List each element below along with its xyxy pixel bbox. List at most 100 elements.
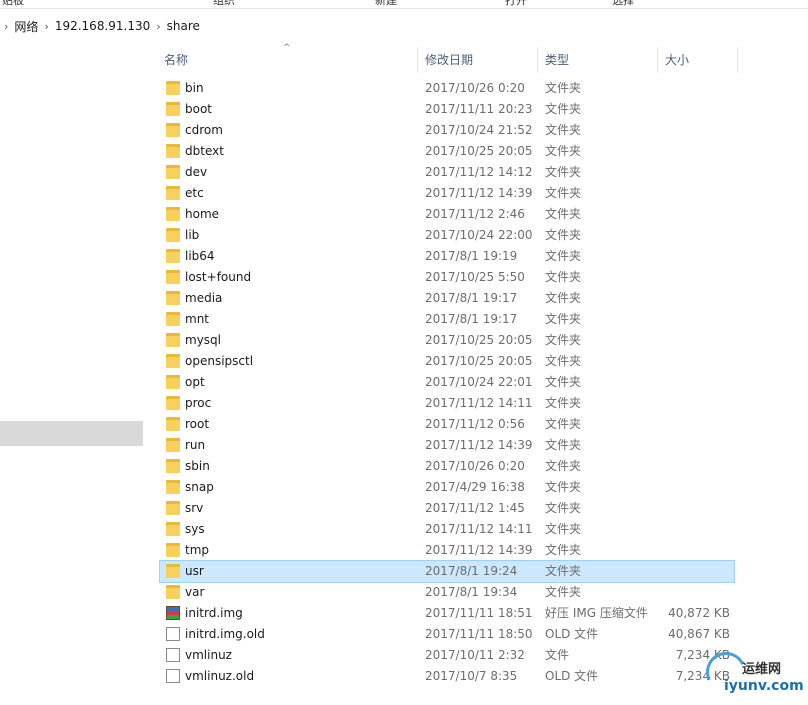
file-icon [166, 648, 180, 662]
file-row[interactable]: lib 2017/10/24 22:00 文件夹 [160, 225, 734, 246]
file-type: 文件夹 [545, 501, 582, 515]
file-row[interactable]: dbtext 2017/10/25 20:05 文件夹 [160, 141, 734, 162]
file-row[interactable]: boot 2017/11/11 20:23 文件夹 [160, 99, 734, 120]
file-row[interactable]: snap 2017/4/29 16:38 文件夹 [160, 477, 734, 498]
file-name: sys [185, 522, 205, 536]
file-name: run [185, 438, 206, 452]
file-row[interactable]: bin 2017/10/26 0:20 文件夹 [160, 78, 734, 99]
file-date: 2017/10/7 8:35 [425, 669, 518, 683]
folder-icon [166, 354, 180, 368]
file-name: lib [185, 228, 200, 242]
file-row[interactable]: mysql 2017/10/25 20:05 文件夹 [160, 330, 734, 351]
file-date: 2017/10/24 21:52 [425, 123, 533, 137]
file-row[interactable]: usr 2017/8/1 19:24 文件夹 [159, 560, 735, 583]
file-date: 2017/11/11 18:51 [425, 606, 533, 620]
file-row[interactable]: sbin 2017/10/26 0:20 文件夹 [160, 456, 734, 477]
file-name: etc [185, 186, 204, 200]
file-date: 2017/8/1 19:19 [425, 249, 518, 263]
file-row[interactable]: home 2017/11/12 2:46 文件夹 [160, 204, 734, 225]
file-row[interactable]: cdrom 2017/10/24 21:52 文件夹 [160, 120, 734, 141]
navigation-pane[interactable] [0, 40, 143, 705]
file-name: dbtext [185, 144, 224, 158]
folder-icon [166, 123, 180, 137]
file-row[interactable]: root 2017/11/12 0:56 文件夹 [160, 414, 734, 435]
file-name: proc [185, 396, 212, 410]
address-bar[interactable]: › 网络 › 192.168.91.130 › share [0, 14, 808, 38]
file-row[interactable]: opt 2017/10/24 22:01 文件夹 [160, 372, 734, 393]
file-row[interactable]: proc 2017/11/12 14:11 文件夹 [160, 393, 734, 414]
navigation-pane-selected-item[interactable] [0, 421, 143, 446]
archive-icon [166, 606, 180, 620]
folder-icon [166, 165, 180, 179]
file-row[interactable]: run 2017/11/12 14:39 文件夹 [160, 435, 734, 456]
watermark-url: iyunv.com [724, 678, 804, 694]
file-row[interactable]: lib64 2017/8/1 19:19 文件夹 [160, 246, 734, 267]
column-size[interactable]: 大小 [661, 47, 689, 73]
file-type: 文件夹 [545, 228, 582, 242]
watermark-text: 运维网 [742, 662, 782, 677]
file-name: tmp [185, 543, 210, 557]
file-row[interactable]: sys 2017/11/12 14:11 文件夹 [160, 519, 734, 540]
breadcrumb-network[interactable]: 网络 [14, 18, 38, 35]
ribbon-select[interactable]: 选择 [612, 0, 634, 8]
file-name: vmlinuz.old [185, 669, 255, 683]
chevron-right-icon[interactable]: › [4, 20, 8, 33]
file-name: mnt [185, 312, 209, 326]
file-row[interactable]: tmp 2017/11/12 14:39 文件夹 [160, 540, 734, 561]
file-row[interactable]: mnt 2017/8/1 19:17 文件夹 [160, 309, 734, 330]
chevron-right-icon[interactable]: › [156, 20, 160, 33]
file-row[interactable]: initrd.img.old 2017/11/11 18:50 OLD 文件 40,8… [160, 624, 734, 645]
file-row[interactable]: opensipsctl 2017/10/25 20:05 文件夹 [160, 351, 734, 372]
folder-icon [166, 480, 180, 494]
file-type: 文件夹 [545, 522, 582, 536]
file-type: 文件夹 [545, 543, 582, 557]
file-name: opensipsctl [185, 354, 254, 368]
file-date: 2017/10/24 22:00 [425, 228, 533, 242]
file-row[interactable]: lost+found 2017/10/25 5:50 文件夹 [160, 267, 734, 288]
file-name: vmlinuz [185, 648, 232, 662]
breadcrumb-share[interactable]: share [167, 19, 200, 33]
file-row[interactable]: dev 2017/11/12 14:12 文件夹 [160, 162, 734, 183]
file-name: media [185, 291, 223, 305]
file-row[interactable]: var 2017/8/1 19:34 文件夹 [160, 582, 734, 603]
file-row[interactable]: media 2017/8/1 19:17 文件夹 [160, 288, 734, 309]
file-icon [166, 627, 180, 641]
file-date: 2017/11/12 0:56 [425, 417, 525, 431]
ribbon-new[interactable]: 新建 [375, 0, 397, 8]
folder-icon [166, 375, 180, 389]
ribbon-strip: 贴板 组织 新建 打开 选择 [0, 0, 808, 9]
folder-icon [166, 270, 180, 284]
column-date[interactable]: 修改日期 [421, 47, 473, 73]
file-date: 2017/8/1 19:34 [425, 585, 518, 599]
file-type: 文件 [545, 648, 570, 662]
file-row[interactable]: srv 2017/11/12 1:45 文件夹 [160, 498, 734, 519]
file-row[interactable]: vmlinuz.old 2017/10/7 8:35 OLD 文件 7,234 KB [160, 666, 734, 687]
file-date: 2017/10/24 22:01 [425, 375, 533, 389]
file-type: 文件夹 [545, 354, 582, 368]
folder-icon [166, 207, 180, 221]
file-type: 文件夹 [545, 165, 582, 179]
folder-icon [166, 543, 180, 557]
file-row[interactable]: vmlinuz 2017/10/11 2:32 文件 7,234 KB [160, 645, 734, 666]
file-name: cdrom [185, 123, 223, 137]
ribbon-organize[interactable]: 组织 [213, 0, 235, 8]
breadcrumb-host[interactable]: 192.168.91.130 [55, 19, 150, 33]
chevron-right-icon[interactable]: › [44, 20, 48, 33]
folder-icon [166, 459, 180, 473]
file-row[interactable]: etc 2017/11/12 14:39 文件夹 [160, 183, 734, 204]
file-name: opt [185, 375, 205, 389]
column-type[interactable]: 类型 [541, 47, 569, 73]
file-list[interactable]: ^ 名称 修改日期 类型 大小 bin 2017/10/26 0:20 文件夹 boo… [146, 40, 808, 705]
file-type: OLD 文件 [545, 627, 599, 641]
folder-icon [166, 501, 180, 515]
ribbon-clipboard[interactable]: 贴板 [2, 0, 24, 8]
file-row[interactable]: initrd.img 2017/11/11 18:51 好压 IMG 压缩文件 40,… [160, 603, 734, 624]
file-type: 文件夹 [545, 438, 582, 452]
column-name[interactable]: 名称 [160, 47, 188, 73]
file-name: initrd.img [185, 606, 243, 620]
file-name: bin [185, 81, 204, 95]
folder-icon [166, 312, 180, 326]
file-date: 2017/10/25 20:05 [425, 354, 533, 368]
ribbon-open[interactable]: 打开 [505, 0, 527, 8]
file-type: 文件夹 [545, 312, 582, 326]
